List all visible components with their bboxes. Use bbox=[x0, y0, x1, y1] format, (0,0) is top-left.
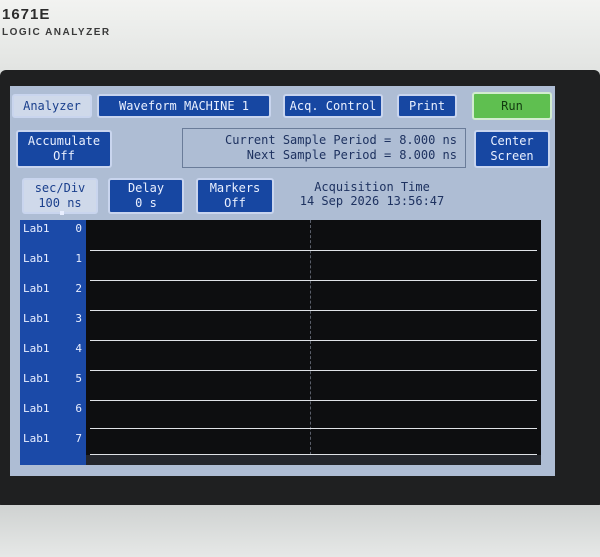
acquisition-time-value: 14 Sep 2026 13:56:47 bbox=[299, 194, 445, 208]
trace-6 bbox=[90, 428, 537, 429]
markers-button[interactable]: Markers Off bbox=[196, 178, 274, 214]
channel-bit: 7 bbox=[75, 432, 82, 445]
trace-2 bbox=[90, 310, 537, 311]
accumulate-button[interactable]: Accumulate Off bbox=[16, 130, 112, 168]
channel-name: Lab1 bbox=[23, 222, 50, 235]
accumulate-value: Off bbox=[53, 149, 75, 163]
trace-5 bbox=[90, 400, 537, 401]
acquisition-time: Acquisition Time 14 Sep 2026 13:56:47 bbox=[282, 180, 462, 208]
channel-label-5[interactable]: Lab1 5 bbox=[20, 372, 86, 390]
instrument-top-bezel: 1671E LOGIC ANALYZER bbox=[0, 0, 600, 70]
trace-0 bbox=[90, 250, 537, 251]
channel-bit: 6 bbox=[75, 402, 82, 415]
sec-div-value: 100 ns bbox=[38, 196, 82, 210]
acq-control-button[interactable]: Acq. Control bbox=[283, 94, 383, 118]
current-sample-period-value: 8.000 ns bbox=[399, 133, 457, 147]
analyzer-menu-button[interactable]: Analyzer bbox=[12, 94, 92, 118]
channel-bit: 4 bbox=[75, 342, 82, 355]
run-button[interactable]: Run bbox=[472, 92, 552, 120]
accumulate-label: Accumulate bbox=[27, 134, 101, 148]
channel-name: Lab1 bbox=[23, 252, 50, 265]
instrument-bottom-bezel bbox=[0, 505, 600, 557]
center-screen-line2: Screen bbox=[490, 149, 534, 163]
next-sample-period-label: Next Sample Period = bbox=[246, 148, 392, 162]
channel-label-1[interactable]: Lab1 1 bbox=[20, 252, 86, 270]
sec-div-indicator-icon bbox=[60, 211, 64, 215]
trace-4 bbox=[90, 370, 537, 371]
time-axis-bar bbox=[86, 455, 541, 465]
channel-bit: 5 bbox=[75, 372, 82, 385]
channel-name: Lab1 bbox=[23, 372, 50, 385]
channel-label-4[interactable]: Lab1 4 bbox=[20, 342, 86, 360]
waveform-display[interactable] bbox=[86, 220, 541, 465]
channel-label-column: Lab1 0 Lab1 1 Lab1 2 Lab1 3 Lab1 4 Lab1 … bbox=[20, 220, 86, 465]
print-button[interactable]: Print bbox=[397, 94, 457, 118]
sample-period-panel: Current Sample Period = 8.000 ns Next Sa… bbox=[182, 128, 466, 168]
trace-3 bbox=[90, 340, 537, 341]
next-sample-period-value: 8.000 ns bbox=[399, 148, 457, 162]
acquisition-time-label: Acquisition Time bbox=[314, 180, 430, 194]
channel-bit: 1 bbox=[75, 252, 82, 265]
channel-label-2[interactable]: Lab1 2 bbox=[20, 282, 86, 300]
center-screen-button[interactable]: Center Screen bbox=[474, 130, 550, 168]
channel-bit: 2 bbox=[75, 282, 82, 295]
current-sample-period-label: Current Sample Period = bbox=[225, 133, 392, 147]
center-screen-line1: Center bbox=[490, 134, 534, 148]
channel-name: Lab1 bbox=[23, 342, 50, 355]
channel-name: Lab1 bbox=[23, 432, 50, 445]
markers-value: Off bbox=[224, 196, 246, 210]
analyzer-screen: Analyzer Waveform MACHINE 1 Acq. Control… bbox=[10, 86, 555, 476]
trace-1 bbox=[90, 280, 537, 281]
channel-label-7[interactable]: Lab1 7 bbox=[20, 432, 86, 450]
delay-label: Delay bbox=[127, 181, 165, 195]
sec-div-label: sec/Div bbox=[34, 181, 86, 195]
delay-field[interactable]: Delay 0 s bbox=[108, 178, 184, 214]
waveform-machine-button[interactable]: Waveform MACHINE 1 bbox=[97, 94, 271, 118]
markers-label: Markers bbox=[209, 181, 261, 195]
channel-label-6[interactable]: Lab1 6 bbox=[20, 402, 86, 420]
channel-bit: 0 bbox=[75, 222, 82, 235]
channel-name: Lab1 bbox=[23, 282, 50, 295]
channel-bit: 3 bbox=[75, 312, 82, 325]
channel-label-0[interactable]: Lab1 0 bbox=[20, 222, 86, 240]
delay-value: 0 s bbox=[135, 196, 157, 210]
channel-name: Lab1 bbox=[23, 312, 50, 325]
sec-div-field[interactable]: sec/Div 100 ns bbox=[22, 178, 98, 214]
channel-name: Lab1 bbox=[23, 402, 50, 415]
model-number: 1671E bbox=[2, 6, 51, 23]
device-subtitle: LOGIC ANALYZER bbox=[2, 27, 111, 38]
channel-label-3[interactable]: Lab1 3 bbox=[20, 312, 86, 330]
